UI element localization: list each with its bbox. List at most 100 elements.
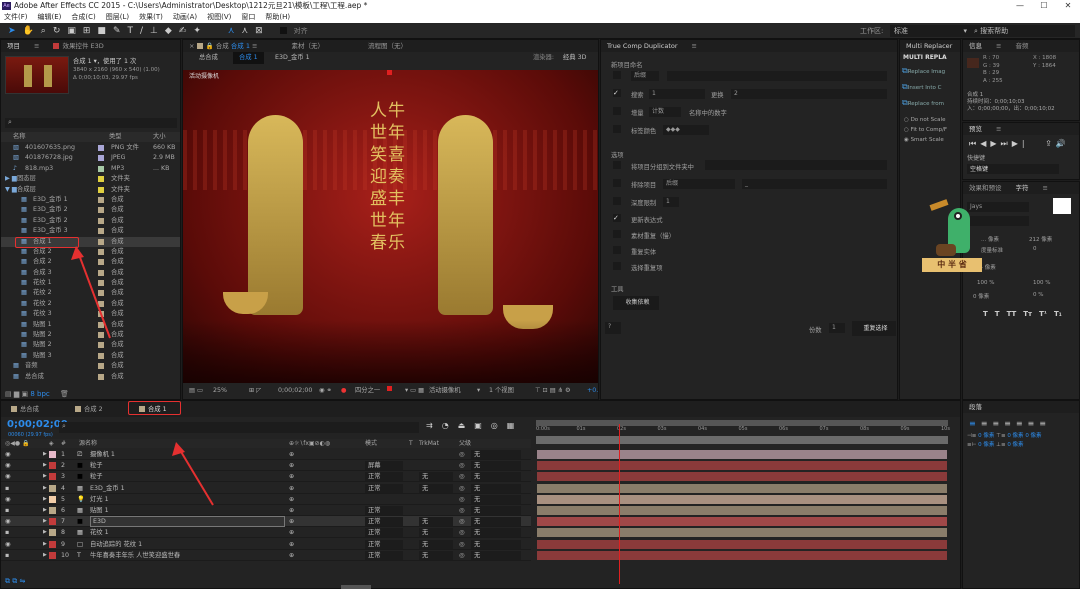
menu-item[interactable]: 视图(V): [207, 12, 231, 23]
pickwhip-icon[interactable]: ◎: [459, 505, 465, 516]
project-item[interactable]: ▦ 总合成 合成: [1, 372, 180, 382]
parent-select[interactable]: 无: [471, 472, 521, 482]
label-color-swatch[interactable]: [98, 176, 104, 183]
footage-checkbox[interactable]: [613, 230, 621, 238]
first-line-value[interactable]: 0 像素: [978, 442, 994, 448]
layer-duration-bar[interactable]: [537, 450, 947, 459]
visibility-eye-icon[interactable]: ▪: [5, 550, 9, 561]
column-source-name[interactable]: 源名称: [79, 439, 97, 448]
resolution-select[interactable]: 四分之一: [355, 384, 380, 398]
expand-arrow-icon[interactable]: ▶: [43, 505, 47, 516]
expand-arrow-icon[interactable]: ▶: [43, 527, 47, 538]
trkmat-select[interactable]: 无: [419, 550, 453, 560]
new-folder-icon[interactable]: ▆: [14, 390, 19, 398]
parent-select[interactable]: 无: [471, 450, 521, 459]
project-item[interactable]: ▦ 合成 2 合成: [1, 257, 180, 267]
blend-mode-select[interactable]: 正常: [365, 517, 403, 527]
text-tool-icon[interactable]: T: [127, 26, 133, 36]
always-preview-icon[interactable]: ▤ ▭: [189, 384, 203, 398]
rectangle-tool-icon[interactable]: ■: [97, 26, 106, 36]
blend-mode-select[interactable]: 正常: [365, 472, 403, 482]
zoom-tool-icon[interactable]: ⌕: [41, 26, 46, 36]
timeline-tab[interactable]: 总合成: [11, 404, 39, 413]
fill-color-swatch[interactable]: [1053, 198, 1071, 214]
project-item[interactable]: ▦ 花纹 2 合成: [1, 288, 180, 298]
magnification-select[interactable]: 25%: [213, 384, 227, 398]
label-color[interactable]: [49, 451, 56, 458]
project-search-input[interactable]: ⌕: [5, 118, 177, 128]
maximize-button[interactable]: ☐: [1032, 0, 1056, 12]
project-item[interactable]: ▦ 花纹 2 合成: [1, 299, 180, 309]
hand-tool-icon[interactable]: ✋: [23, 26, 34, 36]
project-item[interactable]: ▦ 合成 3 合成: [1, 268, 180, 278]
timeline-footer-icons[interactable]: ⧉ ⧉ ⇋: [5, 577, 25, 586]
label-color[interactable]: [49, 529, 56, 537]
grid-icon[interactable]: ⊞ ◸: [249, 384, 261, 398]
scale-radio[interactable]: ○ Do not Scale: [900, 115, 960, 125]
exposure-value[interactable]: +0.: [587, 384, 598, 398]
rotate-tool-icon[interactable]: ↻: [53, 26, 61, 36]
collect-dependencies-button[interactable]: 收集依赖: [613, 296, 659, 310]
layer-row[interactable]: ◉ ▶ 1 ⎚ 摄像机 1 ⊕ ◎ 无: [1, 449, 531, 460]
layer-row[interactable]: ◉ ▶ 5 💡 灯光 1 ⊕ ◎ 无: [1, 494, 531, 505]
timeline-tab[interactable]: 合成 2: [75, 404, 103, 413]
timeline-scrollbar[interactable]: [341, 585, 371, 589]
visibility-eye-icon[interactable]: ◉: [5, 449, 11, 460]
expand-arrow-icon[interactable]: ▶: [43, 550, 47, 561]
tab-effects-presets[interactable]: 效果和预设: [969, 182, 1002, 194]
layer-row[interactable]: ◉ ▶ 9 □ 自动追踪的 花纹 1 ⊕ 正常 无 ◎ 无: [1, 539, 531, 550]
menu-item[interactable]: 动画(A): [173, 12, 197, 23]
shy-switch-icon[interactable]: ⊕: [289, 449, 294, 460]
layer-row[interactable]: ▪ ▶ 6 ▦ 贴图 1 ⊕ 正常 ◎ 无: [1, 505, 531, 516]
trkmat-select[interactable]: 无: [419, 483, 453, 493]
label-color-swatch[interactable]: [98, 259, 104, 266]
shy-switch-icon[interactable]: ⊕: [289, 460, 294, 471]
label-color[interactable]: [49, 551, 56, 559]
layer-name[interactable]: 自动追踪的 花纹 1: [90, 539, 142, 550]
renderer-value[interactable]: 经典 3D: [563, 52, 586, 64]
depth-checkbox[interactable]: [613, 197, 621, 205]
visibility-eye-icon[interactable]: ▪: [5, 483, 9, 494]
trkmat-select[interactable]: 无: [419, 472, 453, 482]
parent-select[interactable]: 无: [471, 539, 521, 549]
column-parent[interactable]: 父级: [459, 439, 471, 448]
select-duplicates-checkbox[interactable]: [613, 262, 621, 270]
menu-item[interactable]: 窗口: [241, 12, 255, 23]
pickwhip-icon[interactable]: ◎: [459, 471, 465, 482]
label-color[interactable]: [49, 540, 56, 548]
increment-select[interactable]: 计数: [649, 107, 681, 117]
project-item[interactable]: ▶ ▆ 固态层 文件夹: [1, 174, 180, 184]
increment-checkbox[interactable]: [613, 107, 621, 115]
layer-row[interactable]: ▪ ▶ 8 ▦ 花纹 1 ⊕ 正常 无 ◎ 无: [1, 527, 531, 539]
shy-switch-icon[interactable]: ⊕: [289, 483, 294, 494]
text-style-button[interactable]: Tт: [1023, 310, 1032, 318]
shy-switch-icon[interactable]: ⊕: [289, 516, 294, 527]
camera-tool-icon[interactable]: ▣: [67, 26, 76, 36]
label-color-swatch[interactable]: [98, 228, 104, 235]
duplicate-selection-button[interactable]: 重复选择: [852, 321, 896, 336]
expand-arrow-icon[interactable]: ▶: [43, 449, 47, 460]
pickwhip-icon[interactable]: ◎: [459, 494, 465, 505]
parent-select[interactable]: 无: [471, 483, 521, 493]
label-color-swatch[interactable]: [98, 373, 104, 380]
project-item[interactable]: ▼ ▆ 合成层 文件夹: [1, 185, 180, 195]
trash-icon[interactable]: 🗑: [60, 390, 69, 398]
column-type[interactable]: 类型: [109, 132, 122, 142]
expand-arrow-icon[interactable]: ▶: [43, 516, 47, 527]
shy-switch-icon[interactable]: ⊕: [289, 494, 294, 505]
tab-character[interactable]: 字符: [1016, 182, 1029, 194]
trkmat-select[interactable]: 无: [419, 539, 453, 549]
pickwhip-icon[interactable]: ◎: [459, 460, 465, 471]
selection-tool-icon[interactable]: ➤: [8, 26, 16, 36]
menu-item[interactable]: 图层(L): [106, 12, 129, 23]
menu-item[interactable]: 文件(F): [4, 12, 28, 23]
tab-composition[interactable]: × 🔒 合成 合成 1 ≡: [189, 40, 257, 52]
label-color-swatch[interactable]: [98, 196, 104, 203]
label-color-swatch[interactable]: [98, 342, 104, 349]
text-style-button[interactable]: T: [995, 310, 1000, 318]
label-color[interactable]: [49, 473, 56, 481]
layer-name[interactable]: 花纹 1: [90, 527, 109, 538]
stamp-tool-icon[interactable]: ⊥: [150, 26, 158, 36]
indent-left-value[interactable]: 0 像素: [978, 433, 994, 439]
tab-flowchart[interactable]: 流程图（无）: [368, 40, 407, 52]
